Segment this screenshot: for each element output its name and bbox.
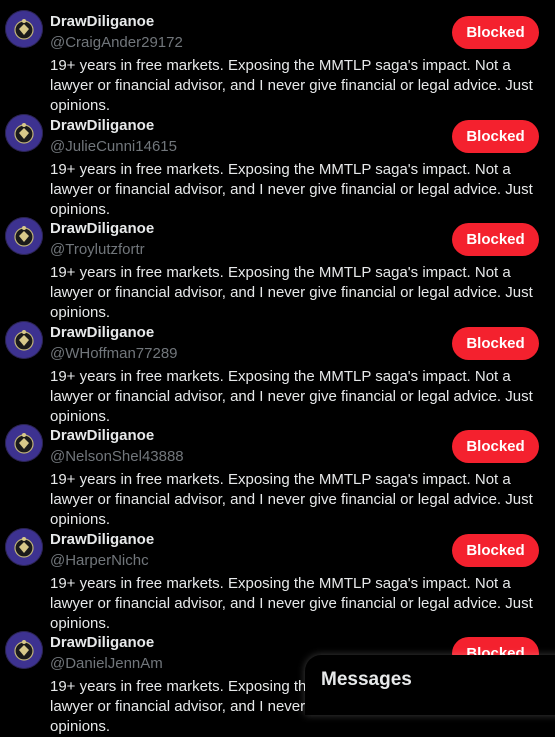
display-name[interactable]: DrawDiliganoe [50, 324, 154, 341]
user-handle[interactable]: @NelsonShel43888 [50, 448, 184, 465]
blocked-button[interactable]: Blocked [452, 16, 539, 49]
display-name[interactable]: DrawDiliganoe [50, 13, 154, 30]
user-handle[interactable]: @DanielJennAm [50, 655, 163, 672]
user-row[interactable]: DrawDiliganoe @NelsonShel43888 19+ years… [0, 414, 555, 528]
user-row[interactable]: DrawDiliganoe @HarperNichc 19+ years in … [0, 518, 555, 632]
user-row[interactable]: DrawDiliganoe @CraigAnder29172 19+ years… [0, 0, 555, 114]
display-name[interactable]: DrawDiliganoe [50, 117, 154, 134]
avatar[interactable] [5, 217, 43, 255]
avatar[interactable] [5, 320, 43, 359]
user-handle[interactable]: @Troylutzfortr [50, 241, 145, 258]
display-name[interactable]: DrawDiliganoe [50, 531, 154, 548]
display-name[interactable]: DrawDiliganoe [50, 634, 154, 651]
user-row[interactable]: DrawDiliganoe @Troylutzfortr 19+ years i… [0, 207, 555, 321]
avatar[interactable] [5, 113, 43, 152]
display-name[interactable]: DrawDiliganoe [50, 427, 154, 444]
avatar[interactable] [5, 631, 43, 669]
user-row[interactable]: DrawDiliganoe @WHoffman77289 19+ years i… [0, 311, 555, 425]
blocked-button[interactable]: Blocked [452, 430, 539, 463]
blocked-button[interactable]: Blocked [452, 326, 539, 360]
blocked-button[interactable]: Blocked [452, 119, 539, 153]
user-row[interactable]: DrawDiliganoe @JulieCunni14615 19+ years… [0, 104, 555, 218]
blocked-button[interactable]: Blocked [452, 533, 539, 567]
messages-drawer[interactable]: Messages [305, 655, 555, 715]
user-handle[interactable]: @WHoffman77289 [50, 345, 178, 362]
avatar[interactable] [5, 424, 43, 462]
blocked-accounts-list: DrawDiliganoe @CraigAnder29172 19+ years… [0, 0, 555, 735]
avatar[interactable] [5, 527, 43, 566]
user-handle[interactable]: @CraigAnder29172 [50, 34, 183, 51]
display-name[interactable]: DrawDiliganoe [50, 220, 154, 237]
user-handle[interactable]: @JulieCunni14615 [50, 138, 177, 155]
user-handle[interactable]: @HarperNichc [50, 552, 149, 569]
messages-title[interactable]: Messages [321, 669, 412, 691]
blocked-button[interactable]: Blocked [452, 223, 539, 256]
avatar[interactable] [5, 10, 43, 48]
